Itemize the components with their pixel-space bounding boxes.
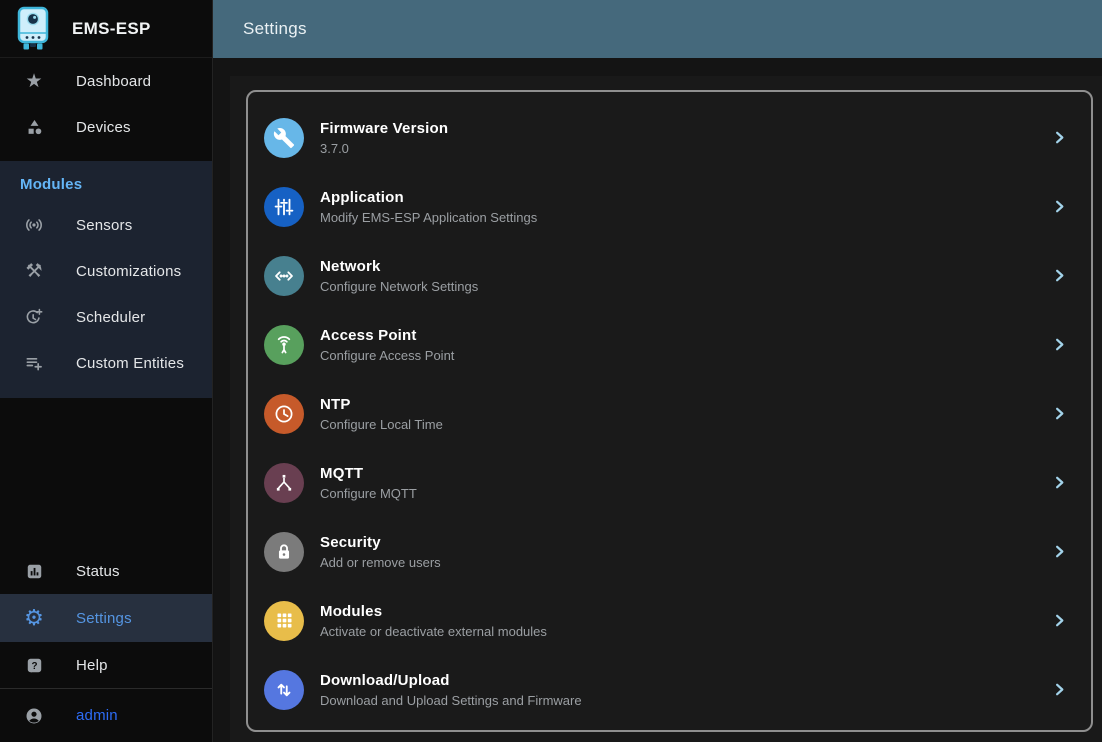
ethernet-icon bbox=[273, 265, 295, 287]
sidebar-item-label: Customizations bbox=[76, 263, 181, 280]
network-avatar bbox=[264, 256, 304, 296]
sidebar-item-label: Sensors bbox=[76, 217, 132, 234]
apps-grid-icon bbox=[274, 610, 295, 631]
ems-esp-app: EMS-ESP ★ Dashboard Devices Modules bbox=[0, 0, 1102, 742]
device-hub-icon bbox=[273, 472, 295, 494]
sidebar-item-custom-entities[interactable]: Custom Entities bbox=[0, 340, 212, 386]
security-avatar bbox=[264, 532, 304, 572]
settings-item-title: NTP bbox=[320, 396, 443, 413]
access-point-avatar bbox=[264, 325, 304, 365]
sidebar-item-sensors[interactable]: Sensors bbox=[0, 202, 212, 248]
playlist-add-icon bbox=[22, 353, 46, 373]
settings-item-application[interactable]: Application Modify EMS-ESP Application S… bbox=[248, 172, 1091, 241]
page-title: Settings bbox=[243, 19, 307, 39]
sidebar: EMS-ESP ★ Dashboard Devices Modules bbox=[0, 0, 213, 742]
sidebar-item-customizations[interactable]: ⚒ Customizations bbox=[0, 248, 212, 294]
settings-item-firmware-version[interactable]: Firmware Version 3.7.0 bbox=[248, 103, 1091, 172]
application-avatar bbox=[264, 187, 304, 227]
star-icon: ★ bbox=[22, 70, 46, 93]
account-circle-icon bbox=[22, 706, 46, 726]
settings-item-title: Access Point bbox=[320, 327, 454, 344]
app-header: Settings bbox=[213, 0, 1102, 58]
settings-item-title: Network bbox=[320, 258, 478, 275]
sidebar-modules-section: Modules Sensors ⚒ Customizations bbox=[0, 161, 212, 398]
app-logo-bar: EMS-ESP bbox=[0, 0, 212, 58]
settings-card: Firmware Version 3.7.0 bbox=[246, 90, 1093, 732]
wrench-icon bbox=[273, 127, 295, 149]
settings-item-download-upload[interactable]: Download/Upload Download and Upload Sett… bbox=[248, 655, 1091, 724]
content-panel: Firmware Version 3.7.0 bbox=[230, 76, 1102, 742]
sidebar-user-label: admin bbox=[76, 707, 118, 724]
settings-item-security[interactable]: Security Add or remove users bbox=[248, 517, 1091, 586]
sidebar-item-label: Dashboard bbox=[76, 73, 151, 90]
svg-text:?: ? bbox=[31, 660, 37, 671]
settings-item-subtitle: Download and Upload Settings and Firmwar… bbox=[320, 693, 582, 708]
sidebar-user-admin[interactable]: admin bbox=[0, 689, 212, 742]
sidebar-item-label: Scheduler bbox=[76, 309, 145, 326]
chevron-right-icon bbox=[1052, 475, 1075, 490]
settings-item-subtitle: Add or remove users bbox=[320, 555, 441, 570]
boiler-logo-icon bbox=[13, 5, 53, 53]
app-title: EMS-ESP bbox=[72, 19, 151, 39]
sidebar-bottom-group: Status ⚙ Settings ? Help bbox=[0, 548, 212, 742]
modules-section-header: Modules bbox=[0, 161, 212, 202]
tools-icon: ⚒ bbox=[22, 260, 46, 283]
chevron-right-icon bbox=[1052, 544, 1075, 559]
chevron-right-icon bbox=[1052, 682, 1075, 697]
chevron-right-icon bbox=[1052, 337, 1075, 352]
chevron-right-icon bbox=[1052, 199, 1075, 214]
settings-item-subtitle: Configure Access Point bbox=[320, 348, 454, 363]
settings-item-subtitle: Configure MQTT bbox=[320, 486, 417, 501]
settings-item-subtitle: Modify EMS-ESP Application Settings bbox=[320, 210, 537, 225]
settings-item-subtitle: Configure Network Settings bbox=[320, 279, 478, 294]
sidebar-item-label: Status bbox=[76, 563, 120, 580]
settings-item-title: Security bbox=[320, 534, 441, 551]
settings-item-access-point[interactable]: Access Point Configure Access Point bbox=[248, 310, 1091, 379]
sidebar-item-settings[interactable]: ⚙ Settings bbox=[0, 594, 212, 642]
import-export-icon bbox=[273, 679, 295, 701]
bar-chart-icon bbox=[22, 562, 46, 581]
settings-item-title: Modules bbox=[320, 603, 547, 620]
settings-item-modules[interactable]: Modules Activate or deactivate external … bbox=[248, 586, 1091, 655]
sensors-icon bbox=[22, 215, 46, 235]
clock-plus-icon bbox=[22, 307, 46, 327]
sidebar-item-label: Custom Entities bbox=[76, 355, 184, 372]
settings-item-title: Application bbox=[320, 189, 537, 206]
sidebar-item-help[interactable]: ? Help bbox=[0, 642, 212, 688]
firmware-avatar bbox=[264, 118, 304, 158]
wifi-tethering-icon bbox=[273, 334, 295, 356]
sidebar-item-label: Settings bbox=[76, 610, 132, 627]
settings-item-ntp[interactable]: NTP Configure Local Time bbox=[248, 379, 1091, 448]
settings-item-network[interactable]: Network Configure Network Settings bbox=[248, 241, 1091, 310]
clock-icon bbox=[273, 403, 295, 425]
mqtt-avatar bbox=[264, 463, 304, 503]
download-upload-avatar bbox=[264, 670, 304, 710]
settings-item-title: Firmware Version bbox=[320, 120, 448, 137]
chevron-right-icon bbox=[1052, 268, 1075, 283]
sidebar-item-scheduler[interactable]: Scheduler bbox=[0, 294, 212, 340]
modules-avatar bbox=[264, 601, 304, 641]
tune-icon bbox=[273, 196, 295, 218]
sidebar-item-label: Devices bbox=[76, 119, 131, 136]
settings-item-subtitle: Configure Local Time bbox=[320, 417, 443, 432]
settings-item-title: MQTT bbox=[320, 465, 417, 482]
settings-item-title: Download/Upload bbox=[320, 672, 582, 689]
sidebar-item-status[interactable]: Status bbox=[0, 548, 212, 594]
sidebar-item-label: Help bbox=[76, 657, 108, 674]
settings-item-mqtt[interactable]: MQTT Configure MQTT bbox=[248, 448, 1091, 517]
sidebar-item-dashboard[interactable]: ★ Dashboard bbox=[0, 58, 212, 104]
chevron-right-icon bbox=[1052, 130, 1075, 145]
chevron-right-icon bbox=[1052, 406, 1075, 421]
sidebar-item-devices[interactable]: Devices bbox=[0, 104, 212, 150]
gear-icon: ⚙ bbox=[22, 605, 46, 631]
main-content: Firmware Version 3.7.0 bbox=[214, 58, 1102, 742]
ntp-avatar bbox=[264, 394, 304, 434]
chevron-right-icon bbox=[1052, 613, 1075, 628]
settings-item-subtitle: 3.7.0 bbox=[320, 141, 448, 156]
category-icon bbox=[22, 118, 46, 137]
lock-icon bbox=[273, 541, 295, 563]
settings-item-subtitle: Activate or deactivate external modules bbox=[320, 624, 547, 639]
help-icon: ? bbox=[22, 656, 46, 675]
